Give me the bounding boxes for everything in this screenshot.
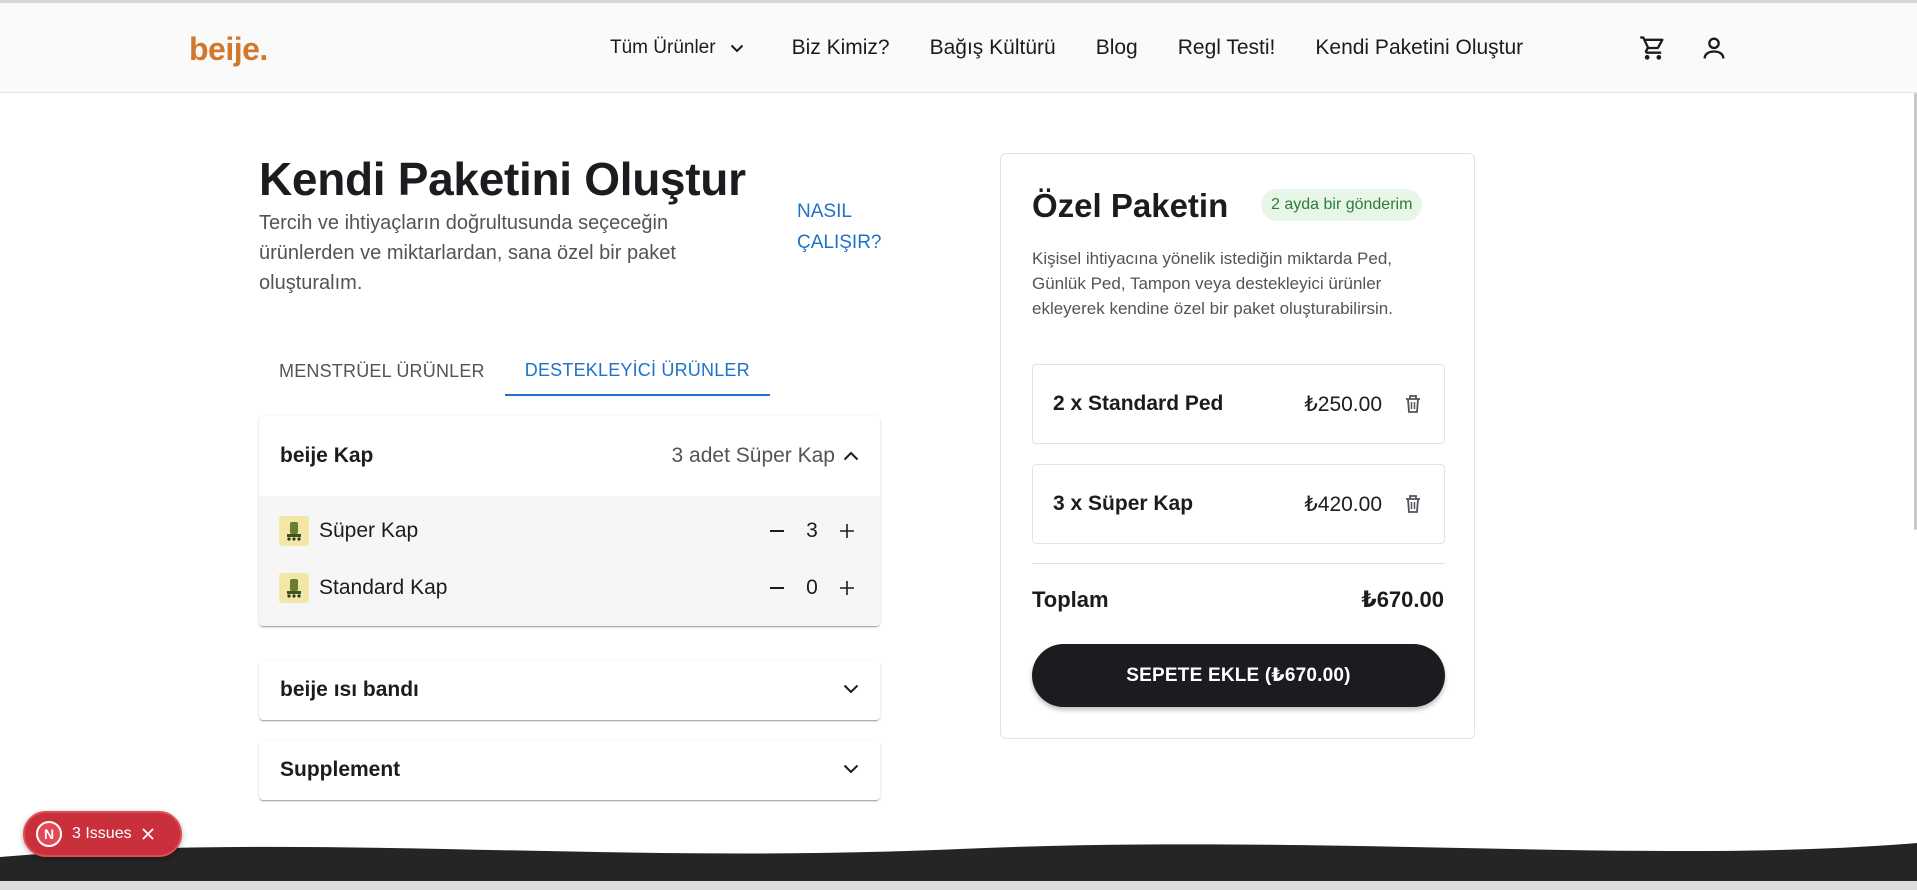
- trash-icon[interactable]: [1402, 493, 1424, 515]
- nav-all-products[interactable]: Tüm Ürünler: [610, 37, 744, 59]
- accordion-heat-band[interactable]: beije ısı bandı: [259, 660, 880, 720]
- cart-icon[interactable]: [1638, 33, 1668, 63]
- line-item-name: 3 x Süper Kap: [1053, 492, 1194, 515]
- site-header: beije. Tüm Ürünler Biz Kimiz? Bağış Kült…: [0, 3, 1917, 93]
- nav-donation[interactable]: Bağış Kültürü: [930, 36, 1056, 60]
- chevron-down-icon: [843, 761, 859, 779]
- page-description: Tercih ve ihtiyaçların doğrultusunda seç…: [259, 212, 676, 294]
- minus-icon[interactable]: [765, 519, 789, 543]
- accordion-header[interactable]: beije ısı bandı: [259, 660, 880, 720]
- issues-count: 3 Issues: [72, 825, 132, 842]
- product-row: Standard Kap 0: [259, 559, 880, 616]
- add-to-cart-button[interactable]: SEPETE EKLE (₺670.00): [1032, 644, 1445, 707]
- card-description: Kişisel ihtiyacına yönelik istediğin mik…: [1032, 249, 1393, 318]
- quantity-value: 3: [806, 518, 818, 542]
- nav-period-test[interactable]: Regl Testi!: [1178, 36, 1276, 60]
- accordion-header[interactable]: beije Kap 3 adet Süper Kap: [259, 416, 880, 496]
- footer-wave: [0, 843, 1917, 890]
- product-tabs: MENSTRÜEL ÜRÜNLER DESTEKLEYİCİ ÜRÜNLER: [259, 346, 770, 396]
- tab-supportive-products[interactable]: DESTEKLEYİCİ ÜRÜNLER: [504, 346, 770, 396]
- chevron-down-icon: [730, 44, 744, 53]
- minus-icon[interactable]: [765, 576, 789, 600]
- accordion-summary: 3 adet Süper Kap: [672, 444, 859, 468]
- accordion-title: Supplement: [280, 758, 401, 781]
- quantity-stepper: 3: [765, 519, 859, 543]
- product-name: Standard Kap: [319, 575, 448, 599]
- chevron-up-icon: [843, 451, 859, 461]
- issues-badge[interactable]: N 3 Issues: [23, 811, 182, 857]
- chevron-down-icon: [843, 681, 859, 699]
- product-name: Süper Kap: [319, 518, 419, 542]
- nextjs-logo-icon: N: [36, 821, 62, 847]
- accordion-beije-kap: beije Kap 3 adet Süper Kap Süper Kap 3 S…: [259, 416, 880, 626]
- total-value: ₺670.00: [1361, 587, 1444, 612]
- card-title: Özel Paketin: [1032, 187, 1229, 224]
- accordion-summary-text: 3 adet Süper Kap: [671, 444, 835, 467]
- accordion-header[interactable]: Supplement: [259, 740, 880, 800]
- page-title: Kendi Paketini Oluştur: [259, 153, 746, 205]
- nav-blog[interactable]: Blog: [1096, 36, 1138, 60]
- brand-logo[interactable]: beije.: [189, 31, 268, 68]
- tab-menstrual-products[interactable]: MENSTRÜEL ÜRÜNLER: [259, 346, 505, 396]
- line-item-price: ₺250.00: [1304, 392, 1382, 416]
- accordion-supplement[interactable]: Supplement: [259, 740, 880, 800]
- main-nav: Tüm Ürünler Biz Kimiz? Bağış Kültürü Blo…: [610, 3, 1563, 93]
- nav-all-products-label: Tüm Ürünler: [610, 37, 716, 58]
- nav-about[interactable]: Biz Kimiz?: [792, 36, 890, 60]
- trash-icon[interactable]: [1402, 393, 1424, 415]
- accordion-title: beije Kap: [280, 444, 374, 467]
- package-summary-card: Özel Paketin 2 ayda bir gönderim Kişisel…: [1000, 153, 1475, 739]
- total-label: Toplam: [1032, 587, 1109, 612]
- close-icon[interactable]: [141, 828, 154, 840]
- accordion-title: beije ısı bandı: [280, 678, 419, 701]
- product-row: Süper Kap 3: [259, 502, 880, 559]
- plus-icon[interactable]: [835, 576, 859, 600]
- quantity-stepper: 0: [765, 576, 859, 600]
- package-line-item: 2 x Standard Ped ₺250.00: [1032, 364, 1445, 444]
- quantity-value: 0: [806, 575, 818, 599]
- nav-build-package[interactable]: Kendi Paketini Oluştur: [1315, 36, 1523, 60]
- user-icon[interactable]: [1699, 33, 1729, 63]
- product-thumbnail: [279, 515, 309, 546]
- how-it-works-link[interactable]: NASIL ÇALIŞIR?: [797, 196, 907, 258]
- package-line-item: 3 x Süper Kap ₺420.00: [1032, 464, 1445, 544]
- product-thumbnail: [279, 572, 309, 603]
- frequency-badge: 2 ayda bir gönderim: [1261, 189, 1423, 221]
- accordion-body: Süper Kap 3 Standard Kap 0: [259, 496, 880, 626]
- divider: [1032, 563, 1445, 564]
- line-item-name: 2 x Standard Ped: [1053, 392, 1224, 415]
- line-item-price: ₺420.00: [1304, 492, 1382, 516]
- plus-icon[interactable]: [835, 519, 859, 543]
